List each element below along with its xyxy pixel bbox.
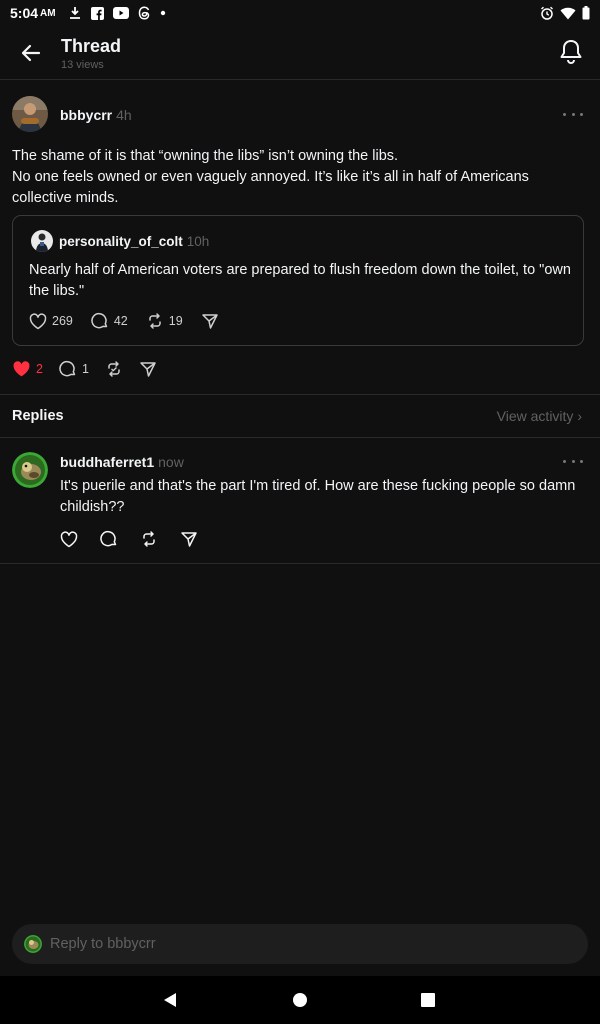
reply-post: buddhaferret1 now It's puerile and that's… xyxy=(0,438,600,564)
back-arrow-icon xyxy=(21,44,41,62)
comment-icon xyxy=(59,360,76,377)
reply-actions xyxy=(60,530,198,548)
more-options-button[interactable] xyxy=(563,456,583,466)
square-recents-icon xyxy=(421,993,435,1007)
notification-dot-icon xyxy=(160,10,166,16)
threads-icon xyxy=(138,6,151,20)
like-button[interactable]: 2 xyxy=(12,360,43,378)
status-ampm: AM xyxy=(40,7,56,19)
view-activity-text[interactable]: View activity xyxy=(497,408,574,424)
triangle-back-icon xyxy=(164,993,176,1007)
username-text[interactable]: bbbycrr xyxy=(60,107,112,123)
facebook-icon xyxy=(90,6,104,20)
like-count: 2 xyxy=(36,362,43,376)
heart-icon xyxy=(29,312,47,329)
system-nav-bar xyxy=(0,976,600,1024)
quoted-share-button[interactable] xyxy=(201,312,219,330)
replies-header: Replies View activity › xyxy=(0,394,600,438)
share-button[interactable] xyxy=(180,530,198,548)
status-time: 5:04 xyxy=(10,5,39,21)
username-text[interactable]: personality_of_colt xyxy=(59,234,183,249)
back-button[interactable] xyxy=(18,40,44,66)
battery-icon xyxy=(582,6,590,20)
heart-icon xyxy=(60,530,78,547)
post-text-line: The shame of it is that “owning the libs… xyxy=(12,148,399,164)
post-text-line: No one feels owned or even vaguely annoy… xyxy=(12,169,529,206)
quoted-repost-button[interactable]: 19 xyxy=(146,312,183,330)
post-username[interactable]: bbbycrr 4h xyxy=(60,107,132,123)
like-count: 269 xyxy=(52,314,73,328)
replies-label: Replies xyxy=(12,408,64,424)
user-avatar-image xyxy=(12,452,48,488)
circle-home-icon xyxy=(293,993,307,1007)
quoted-like-button[interactable]: 269 xyxy=(29,312,73,330)
quoted-body: Nearly half of American voters are prepa… xyxy=(29,262,571,299)
post-timestamp: 4h xyxy=(116,107,132,123)
avatar[interactable] xyxy=(12,452,48,488)
repost-button[interactable] xyxy=(140,530,158,548)
reply-count: 42 xyxy=(113,314,128,328)
wifi-icon xyxy=(560,7,576,20)
avatar xyxy=(31,230,53,252)
quoted-post[interactable]: personality_of_colt 10h Nearly half of Am… xyxy=(12,215,584,346)
heart-filled-icon xyxy=(13,361,30,377)
nav-home-button[interactable] xyxy=(288,988,312,1012)
page-title: Thread xyxy=(61,36,122,56)
post-actions: 2 1 xyxy=(12,360,157,378)
reply-composer[interactable] xyxy=(12,924,588,964)
avatar xyxy=(24,935,42,953)
post-body: The shame of it is that “owning the libs… xyxy=(12,146,582,209)
bell-icon xyxy=(560,40,582,64)
repost-icon xyxy=(143,531,155,547)
repost-icon xyxy=(149,313,161,329)
download-icon xyxy=(68,6,82,20)
reply-input[interactable] xyxy=(50,924,570,964)
reply-username[interactable]: buddhaferret1 now xyxy=(60,454,184,470)
chevron-right-icon: › xyxy=(577,408,582,424)
repost-button[interactable] xyxy=(105,360,123,378)
comment-icon xyxy=(91,312,108,329)
send-icon xyxy=(181,532,197,547)
quoted-actions: 269 42 19 xyxy=(29,312,219,330)
repost-count: 19 xyxy=(168,314,183,328)
username-text[interactable]: buddhaferret1 xyxy=(60,454,154,470)
share-button[interactable] xyxy=(139,360,157,378)
thread-header: Thread 13 views xyxy=(0,26,600,80)
quoted-reply-button[interactable]: 42 xyxy=(91,312,128,330)
reply-button[interactable]: 1 xyxy=(59,360,89,378)
view-count: 13 views xyxy=(61,59,104,71)
more-options-button[interactable] xyxy=(563,109,583,119)
view-activity-link[interactable]: View activity › xyxy=(497,408,582,424)
user-avatar-image xyxy=(12,96,48,132)
nav-back-button[interactable] xyxy=(158,988,182,1012)
reply-count: 1 xyxy=(81,362,89,376)
nav-recents-button[interactable] xyxy=(416,988,440,1012)
status-bar: 5:04 AM xyxy=(0,0,600,26)
send-icon xyxy=(201,314,218,329)
reply-timestamp: now xyxy=(158,454,184,470)
notifications-button[interactable] xyxy=(558,38,584,66)
youtube-icon xyxy=(112,7,129,19)
send-icon xyxy=(140,362,156,377)
user-avatar-image xyxy=(24,935,42,953)
quoted-username[interactable]: personality_of_colt 10h xyxy=(59,234,209,249)
repost-icon xyxy=(108,361,120,377)
user-avatar-image xyxy=(31,230,53,252)
avatar[interactable] xyxy=(12,96,48,132)
quoted-timestamp: 10h xyxy=(186,234,210,249)
comment-icon xyxy=(100,530,117,547)
alarm-icon xyxy=(540,6,554,20)
reply-body: It's puerile and that's the part I'm tir… xyxy=(60,478,576,515)
like-button[interactable] xyxy=(60,530,78,548)
reply-button[interactable] xyxy=(100,530,118,548)
